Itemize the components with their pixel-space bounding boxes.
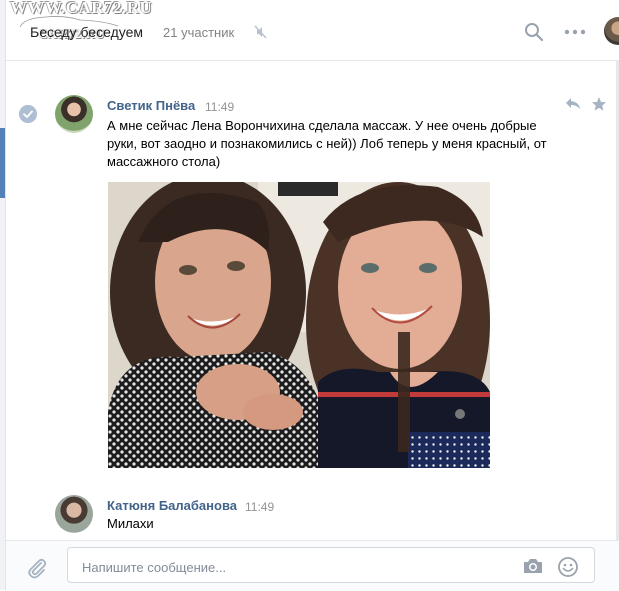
message-text: А мне сейчас Лена Ворончихина сделала ма… [107,118,547,169]
message-text: Милахи [107,516,154,531]
message-author[interactable]: Светик Пнёва [107,98,195,113]
paperclip-icon[interactable] [26,557,48,579]
check-circle-icon[interactable] [19,105,37,123]
more-icon[interactable] [564,22,586,42]
emoji-icon[interactable] [557,556,579,578]
left-sidebar-strip [0,0,6,590]
message-time[interactable]: 11:49 [245,500,274,514]
author-avatar[interactable] [55,95,93,133]
message-time[interactable]: 11:49 [205,100,234,114]
message-input[interactable] [80,556,504,578]
star-icon[interactable] [591,96,607,112]
chat-title[interactable]: Беседу беседуем [30,24,143,40]
search-icon[interactable] [524,22,544,42]
message-input-container[interactable] [67,547,595,583]
scroll-indicator[interactable] [0,128,5,198]
members-count[interactable]: 21 участник [163,25,234,40]
chat-header: WWW.CAR72.RU CAR72.RU Беседу беседуем 21… [6,0,619,61]
camera-icon[interactable] [522,557,544,575]
message-author[interactable]: Катюня Балабанова [107,498,237,513]
reply-icon[interactable] [565,97,581,111]
chat-avatar[interactable] [604,17,619,45]
mute-icon [254,25,267,39]
photo-image [108,182,490,468]
author-avatar[interactable] [55,495,93,533]
photo-attachment[interactable] [108,182,490,468]
